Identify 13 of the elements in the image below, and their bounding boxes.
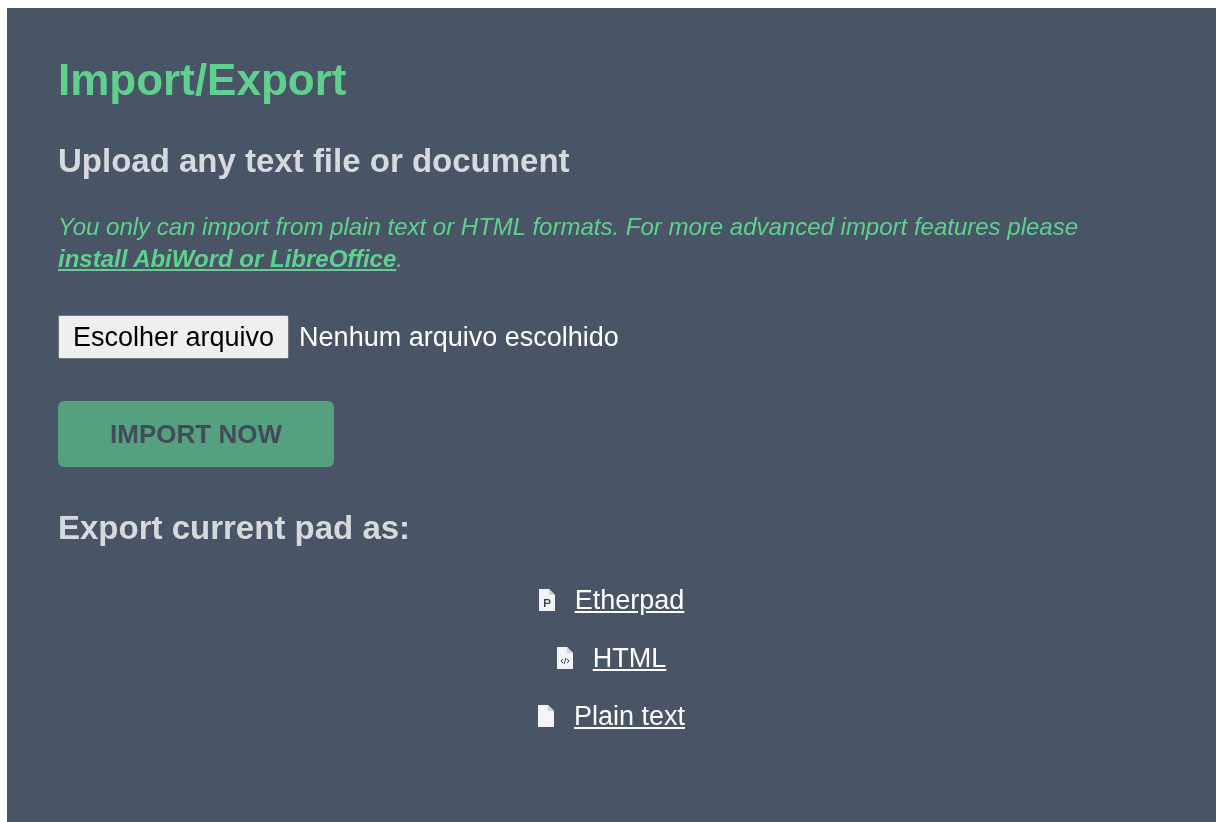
p-file-icon <box>538 589 555 611</box>
file-status: Nenhum arquivo escolhido <box>299 320 619 354</box>
choose-file-button[interactable]: Escolher arquivo <box>58 315 290 359</box>
code-file-icon <box>556 647 573 669</box>
section-heading: Upload any text file or document <box>58 144 570 177</box>
file-icon <box>537 705 554 727</box>
page-title: Import/Export <box>58 58 347 102</box>
install-link[interactable]: install AbiWord or LibreOffice <box>58 245 397 272</box>
export-link[interactable]: Etherpad <box>574 582 685 618</box>
import-note: You only can import from plain text or HTML formats. For more advanced import features please install AbiWord or LibreOffice. <box>58 212 1079 274</box>
export-link[interactable]: HTML <box>592 640 667 676</box>
section-heading: Export current pad as: <box>58 511 411 544</box>
export-link[interactable]: Plain text <box>573 698 686 734</box>
